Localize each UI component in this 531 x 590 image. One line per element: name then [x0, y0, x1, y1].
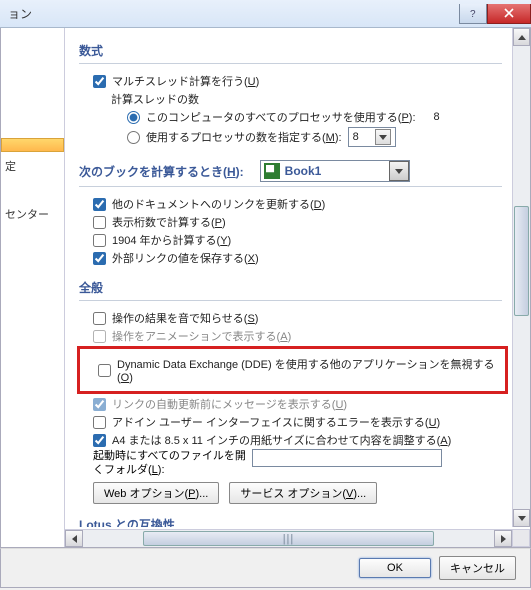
- left-nav-setting[interactable]: 定: [1, 152, 64, 180]
- opt-date1904: 1904 年から計算する(Y): [79, 231, 502, 249]
- scroll-corner: [512, 529, 530, 547]
- proc-spinner[interactable]: 8: [348, 127, 396, 147]
- web-options-button[interactable]: Web オプション(P)...: [93, 482, 219, 504]
- sound-checkbox[interactable]: [93, 312, 106, 325]
- opt-spec-proc: 使用するプロセッサの数を指定する(M): 8: [79, 126, 502, 148]
- hscroll-thumb[interactable]: |||: [143, 531, 434, 546]
- titlebar: ョン ?: [0, 0, 531, 28]
- window-buttons: ?: [459, 4, 531, 24]
- spec-proc-radio[interactable]: [127, 131, 140, 144]
- right-pane: 数式 マルチスレッド計算を行う(U) 計算スレッドの数 このコンピュータのすべて…: [65, 28, 530, 547]
- scroll-right-button[interactable]: [494, 530, 512, 547]
- help-button[interactable]: ?: [459, 4, 487, 24]
- opt-precision: 表示桁数で計算する(P): [79, 213, 502, 231]
- dialog-body: 定 センター 数式 マルチスレッド計算を行う(U) 計算スレッドの数 このコンピ…: [0, 28, 531, 548]
- left-nav-selected[interactable]: [1, 138, 64, 152]
- workbook-icon: [264, 163, 280, 179]
- opt-dde: Dynamic Data Exchange (DDE) を使用する他のアプリケー…: [82, 355, 503, 385]
- left-nav: 定 センター: [1, 28, 65, 547]
- service-options-button[interactable]: サービス オプション(V)...: [229, 482, 377, 504]
- hscroll-track[interactable]: |||: [83, 530, 494, 547]
- precision-checkbox[interactable]: [93, 216, 106, 229]
- opt-update-links: 他のドキュメントへのリンクを更新する(D): [79, 195, 502, 213]
- save-ext-checkbox[interactable]: [93, 252, 106, 265]
- close-button[interactable]: [487, 4, 531, 24]
- opt-a4letter: A4 または 8.5 x 11 インチの用紙サイズに合わせて内容を調整する(A): [79, 431, 502, 449]
- window-title: ョン: [8, 5, 32, 22]
- section-recalc: 次のブックを計算するとき(H): Book1: [79, 154, 502, 187]
- vertical-scrollbar[interactable]: [512, 28, 530, 527]
- dialog-footer: OK キャンセル: [0, 548, 531, 588]
- book-dropdown[interactable]: Book1: [260, 160, 410, 182]
- vscroll-track[interactable]: [513, 46, 530, 509]
- date1904-checkbox[interactable]: [93, 234, 106, 247]
- cancel-button[interactable]: キャンセル: [439, 556, 516, 580]
- threads-label: 計算スレッドの数: [79, 90, 502, 108]
- section-formula: 数式: [79, 36, 502, 64]
- options-scroll: 数式 マルチスレッド計算を行う(U) 計算スレッドの数 このコンピュータのすべて…: [65, 28, 512, 527]
- opt-anim: 操作をアニメーションで表示する(A): [79, 327, 502, 345]
- section-lotus: Lotus との互換性: [79, 510, 502, 527]
- chevron-down-icon: [389, 161, 409, 181]
- scroll-left-button[interactable]: [65, 530, 83, 547]
- horizontal-scrollbar[interactable]: |||: [65, 529, 512, 547]
- opt-link-msg: リンクの自動更新前にメッセージを表示する(U): [79, 395, 502, 413]
- opt-startup-folder: 起動時にすべてのファイルを開 くフォルダ(L):: [79, 449, 502, 478]
- left-nav-center[interactable]: センター: [1, 200, 64, 228]
- proc-count: 8: [434, 111, 440, 123]
- opt-sound: 操作の結果を音で知らせる(S): [79, 309, 502, 327]
- section-general: 全般: [79, 273, 502, 301]
- update-links-checkbox[interactable]: [93, 198, 106, 211]
- dde-checkbox[interactable]: [98, 364, 111, 377]
- scroll-down-button[interactable]: [513, 509, 530, 527]
- scroll-up-button[interactable]: [513, 28, 530, 46]
- dde-highlight: Dynamic Data Exchange (DDE) を使用する他のアプリケー…: [77, 346, 508, 394]
- a4letter-checkbox[interactable]: [93, 434, 106, 447]
- vscroll-thumb[interactable]: [514, 206, 529, 316]
- option-buttons: Web オプション(P)... サービス オプション(V)...: [79, 482, 502, 504]
- link-msg-checkbox[interactable]: [93, 398, 106, 411]
- opt-all-proc: このコンピュータのすべてのプロセッサを使用する(P): 8: [79, 108, 502, 126]
- addin-err-checkbox[interactable]: [93, 416, 106, 429]
- startup-folder-input[interactable]: [252, 449, 442, 467]
- all-proc-radio[interactable]: [127, 111, 140, 124]
- anim-checkbox[interactable]: [93, 330, 106, 343]
- opt-save-ext: 外部リンクの値を保存する(X): [79, 249, 502, 267]
- opt-addin-err: アドイン ユーザー インターフェイスに関するエラーを表示する(U): [79, 413, 502, 431]
- svg-text:?: ?: [470, 9, 476, 18]
- ok-button[interactable]: OK: [359, 558, 431, 578]
- opt-multithread: マルチスレッド計算を行う(U): [79, 72, 502, 90]
- multithread-checkbox[interactable]: [93, 75, 106, 88]
